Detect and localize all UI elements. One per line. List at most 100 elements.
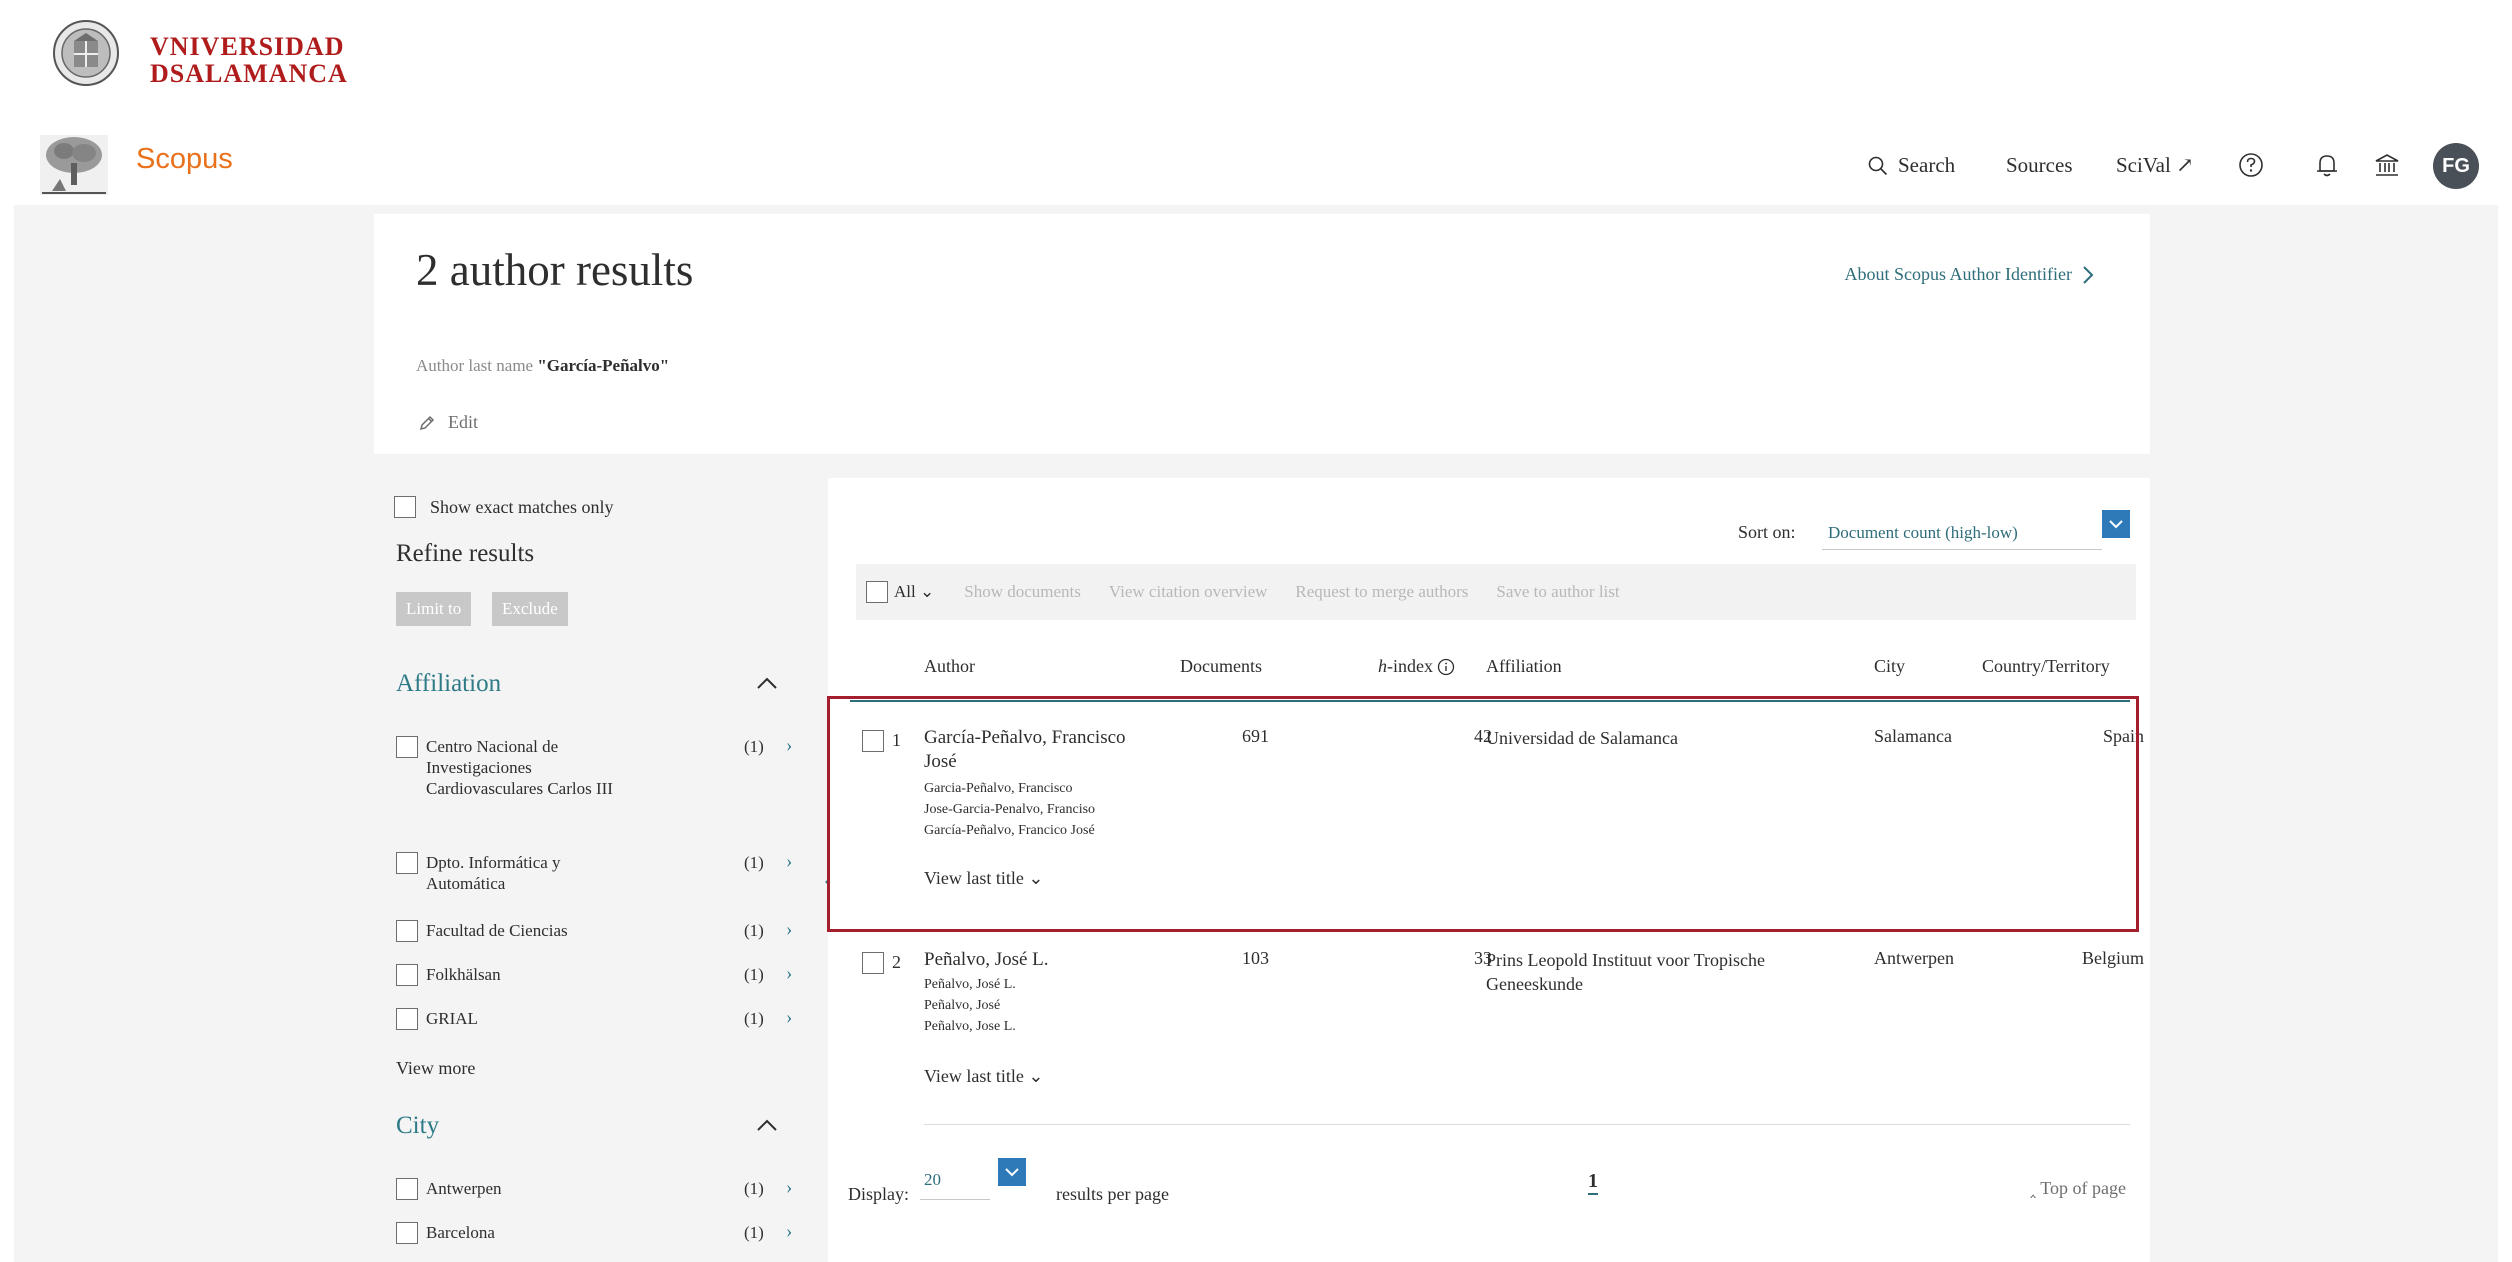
- name-variant: Peñalvo, José L.: [924, 977, 1016, 992]
- column-city[interactable]: City: [1874, 656, 1905, 677]
- facet-item-city[interactable]: Antwerpen (1) ›: [396, 1177, 796, 1200]
- view-citation-overview-button[interactable]: View citation overview: [1109, 582, 1268, 602]
- sort-label: Sort on:: [1738, 522, 1796, 542]
- facet-item-affiliation[interactable]: Folkhälsan (1) ›: [396, 963, 796, 986]
- scopus-brand[interactable]: Scopus: [136, 143, 233, 176]
- request-merge-authors-button[interactable]: Request to merge authors: [1295, 582, 1468, 602]
- about-author-identifier-link[interactable]: About Scopus Author Identifier: [1845, 264, 2094, 285]
- chevron-right-icon[interactable]: ›: [786, 1177, 792, 1198]
- facet-count: (1): [744, 1009, 764, 1028]
- facet-item-city[interactable]: Barcelona (1) ›: [396, 1221, 796, 1244]
- university-name-line2: DSALAMANCA: [150, 59, 348, 88]
- affiliation-value: Prins Leopold Instituut voor Tropische G…: [1486, 950, 1766, 994]
- save-to-author-list-button[interactable]: Save to author list: [1496, 582, 1619, 602]
- institution-icon[interactable]: [2372, 150, 2402, 180]
- exact-matches-option[interactable]: Show exact matches only: [394, 496, 613, 518]
- facet-checkbox[interactable]: [396, 1008, 418, 1030]
- row-divider: [924, 1124, 2130, 1125]
- facet-checkbox[interactable]: [396, 852, 418, 874]
- exact-matches-checkbox[interactable]: [394, 496, 416, 518]
- chevron-up-icon[interactable]: [754, 670, 780, 696]
- results-per-page-select[interactable]: 20: [920, 1166, 990, 1200]
- chevron-right-icon[interactable]: ›: [786, 735, 792, 756]
- column-hindex[interactable]: h-index: [1378, 656, 1455, 677]
- university-header: VNIVERSIDAD DSALAMANCA: [0, 0, 2512, 125]
- city-facet-title[interactable]: City: [396, 1112, 439, 1140]
- university-name: VNIVERSIDAD DSALAMANCA: [150, 33, 348, 87]
- affiliation-facet-title[interactable]: Affiliation: [396, 670, 501, 698]
- help-icon[interactable]: [2236, 150, 2266, 180]
- query-value: "García-Peñalvo": [537, 356, 670, 375]
- result-row: 2 Peñalvo, José L. Peñalvo, José L. Peña…: [828, 948, 2150, 1128]
- info-icon[interactable]: [1437, 658, 1455, 676]
- university-seal-icon: [53, 20, 119, 86]
- facet-label: Facultad de Ciencias: [426, 921, 568, 940]
- nav-search-label: Search: [1898, 153, 1956, 177]
- facet-checkbox[interactable]: [396, 964, 418, 986]
- author-name-link[interactable]: Peñalvo, José L.: [924, 948, 1154, 972]
- edit-search-link[interactable]: Edit: [418, 412, 478, 433]
- nav-sources[interactable]: Sources: [2006, 153, 2073, 178]
- search-query: Author last name "García-Peñalvo": [416, 356, 669, 376]
- top-of-page-label: Top of page: [2040, 1178, 2126, 1198]
- facet-checkbox[interactable]: [396, 736, 418, 758]
- column-country[interactable]: Country/Territory: [1982, 656, 2110, 677]
- per-page-dropdown-button[interactable]: [998, 1158, 1026, 1186]
- facet-count: (1): [744, 853, 764, 872]
- highlighted-result-frame: [827, 696, 2139, 932]
- refine-results-title: Refine results: [396, 540, 535, 567]
- elsevier-tree-logo-icon[interactable]: [38, 133, 110, 197]
- chevron-right-icon[interactable]: ›: [786, 1221, 792, 1242]
- column-affiliation[interactable]: Affiliation: [1486, 656, 1562, 677]
- select-all-dropdown[interactable]: All ⌄: [894, 582, 934, 602]
- hindex-suffix: -index: [1387, 656, 1433, 676]
- view-last-title-label: View last title: [924, 1066, 1024, 1086]
- nav-scival[interactable]: SciVal ↗: [2116, 153, 2194, 178]
- document-count-link[interactable]: 103: [1242, 948, 1269, 969]
- sort-dropdown-button[interactable]: [2102, 510, 2130, 538]
- select-all-checkbox[interactable]: [866, 581, 888, 603]
- facet-label: Centro Nacional de Investigaciones Cardi…: [426, 737, 613, 798]
- chevron-up-icon[interactable]: [754, 1112, 780, 1138]
- facet-label: Barcelona: [426, 1223, 495, 1242]
- facet-item-affiliation[interactable]: Dpto. Informática y Automática (1) ›: [396, 851, 796, 894]
- nav-sources-label: Sources: [2006, 153, 2073, 177]
- chevron-right-icon[interactable]: ›: [786, 851, 792, 872]
- facet-item-affiliation[interactable]: Centro Nacional de Investigaciones Cardi…: [396, 735, 796, 799]
- result-checkbox[interactable]: [862, 952, 884, 974]
- display-label: Display:: [848, 1184, 909, 1204]
- nav-search[interactable]: Search: [1868, 153, 1955, 178]
- column-documents[interactable]: Documents: [1180, 656, 1262, 677]
- top-of-page-link[interactable]: ‸ Top of page: [2030, 1178, 2126, 1199]
- view-last-title-toggle[interactable]: View last title ⌄: [924, 1066, 1044, 1087]
- user-avatar[interactable]: FG: [2433, 143, 2479, 189]
- per-page-label: results per page: [1056, 1184, 1169, 1204]
- facet-label: GRIAL: [426, 1009, 478, 1028]
- show-documents-button[interactable]: Show documents: [964, 582, 1081, 602]
- exclude-button[interactable]: Exclude: [492, 592, 568, 626]
- search-icon: [1868, 156, 1888, 175]
- chevron-right-icon[interactable]: ›: [786, 919, 792, 940]
- facet-checkbox[interactable]: [396, 1222, 418, 1244]
- facet-count: (1): [744, 965, 764, 984]
- chevron-right-icon[interactable]: ›: [786, 1007, 792, 1028]
- facet-item-affiliation[interactable]: Facultad de Ciencias (1) ›: [396, 919, 796, 942]
- facet-checkbox[interactable]: [396, 1178, 418, 1200]
- view-more-link[interactable]: View more: [396, 1058, 475, 1079]
- current-page[interactable]: 1: [1588, 1170, 1598, 1195]
- facet-count: (1): [744, 921, 764, 940]
- hindex-prefix: h: [1378, 656, 1387, 676]
- edit-label: Edit: [448, 412, 478, 432]
- bell-icon[interactable]: [2312, 150, 2342, 180]
- chevron-right-icon[interactable]: ›: [786, 963, 792, 984]
- sort-select[interactable]: Document count (high-low): [1822, 514, 2102, 550]
- facet-item-affiliation[interactable]: GRIAL (1) ›: [396, 1007, 796, 1030]
- facet-checkbox[interactable]: [396, 920, 418, 942]
- name-variant: Peñalvo, José: [924, 998, 1001, 1013]
- column-author[interactable]: Author: [924, 656, 975, 677]
- university-name-line1: VNIVERSIDAD: [150, 32, 345, 61]
- facet-count: (1): [744, 737, 764, 756]
- page-title: 2 author results: [416, 245, 694, 295]
- facet-count: (1): [744, 1179, 764, 1198]
- limit-to-button[interactable]: Limit to: [396, 592, 472, 626]
